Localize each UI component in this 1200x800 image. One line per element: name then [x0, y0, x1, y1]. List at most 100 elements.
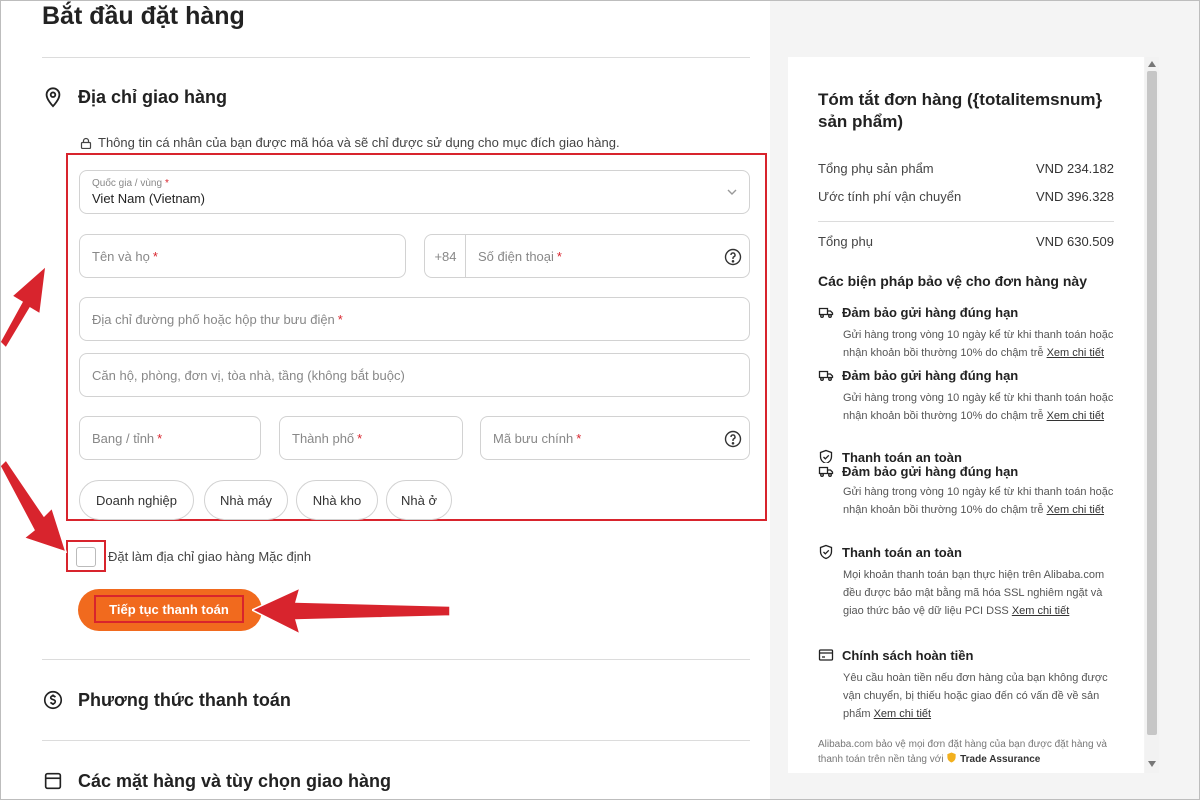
chevron-down-icon	[727, 189, 737, 195]
protection-item-title: Đảm bảo gửi hàng đúng hạn	[818, 304, 1019, 320]
delivery-truck-icon	[818, 370, 834, 381]
phone-input[interactable]: Số điện thoại *	[465, 234, 750, 278]
protection-item-title: Thanh toán an toàn	[818, 544, 962, 560]
protection-item-desc: Yêu cầu hoàn tiền nếu đơn hàng của bạn k…	[843, 669, 1118, 723]
page-title: Bắt đầu đặt hàng	[42, 2, 245, 30]
summary-row-label: Ước tính phí vận chuyển	[818, 189, 962, 204]
postal-code-input[interactable]: Mã bưu chính *	[480, 416, 750, 460]
summary-scrollbar[interactable]	[1145, 57, 1159, 773]
shipping-address-title: Địa chỉ giao hàng	[78, 86, 228, 107]
protection-item-desc: Gửi hàng trong vòng 10 ngày kể từ khi th…	[843, 389, 1118, 425]
privacy-note-text: Thông tin cá nhân của bạn được mã hóa và…	[98, 135, 620, 150]
scroll-down-icon[interactable]	[1148, 761, 1156, 767]
protection-item-label: Thanh toán an toàn	[842, 544, 962, 560]
divider	[42, 740, 750, 741]
country-value: Viet Nam (Vietnam)	[92, 191, 205, 206]
country-label-wrap: Quốc gia / vùng *	[92, 178, 169, 189]
see-details-link[interactable]: Xem chi tiết	[1047, 504, 1104, 516]
help-icon[interactable]	[723, 429, 743, 449]
annotation-arrow-icon	[252, 586, 451, 636]
required-mark: *	[157, 430, 163, 446]
default-address-label: Đặt làm địa chỉ giao hàng Mặc định	[108, 549, 312, 564]
privacy-note: Thông tin cá nhân của bạn được mã hóa và…	[80, 135, 620, 150]
continue-payment-button[interactable]: Tiếp tục thanh toán	[78, 589, 262, 631]
see-details-link[interactable]: Xem chi tiết	[1012, 605, 1069, 617]
protection-item-label: Đảm bảo gửi hàng đúng hạn	[842, 463, 1019, 479]
protection-item-desc: Gửi hàng trong vòng 10 ngày kể từ khi th…	[843, 483, 1118, 519]
order-summary-card: Tóm tắt đơn hàng ({totalitemsnum} sản ph…	[788, 57, 1144, 773]
required-mark: *	[165, 178, 169, 189]
country-label: Quốc gia / vùng	[92, 178, 163, 189]
trade-assurance-icon	[947, 752, 956, 763]
summary-row-label: Tổng phụ sản phẩm	[818, 161, 934, 176]
summary-row-value: VND 630.509	[1035, 234, 1114, 249]
location-pin-icon	[45, 87, 61, 108]
default-address-checkbox[interactable]	[76, 547, 96, 567]
summary-row-shipping: Ước tính phí vận chuyển VND 396.328	[818, 189, 1114, 204]
required-mark: *	[556, 248, 562, 264]
protection-item-title: Đảm bảo gửi hàng đúng hạn	[818, 463, 1019, 479]
dollar-coin-icon	[43, 690, 63, 710]
delivery-truck-icon	[818, 307, 834, 318]
apartment-input[interactable]: Căn hộ, phòng, đơn vị, tòa nhà, tầng (kh…	[79, 353, 750, 397]
lock-icon	[80, 137, 92, 149]
summary-row-label: Tổng phụ	[818, 234, 873, 249]
annotation-arrow-icon	[0, 264, 47, 350]
address-type-warehouse[interactable]: Nhà kho	[296, 480, 378, 520]
payment-method-heading[interactable]: Phương thức thanh toán	[42, 689, 291, 711]
protection-title: Các biện pháp bảo vệ cho đơn hàng này	[818, 273, 1087, 289]
required-mark: *	[152, 248, 158, 264]
trade-assurance-badge: Trade Assurance	[960, 754, 1041, 765]
country-select[interactable]: Quốc gia / vùng * Viet Nam (Vietnam)	[79, 170, 750, 214]
city-placeholder: Thành phố	[292, 430, 355, 446]
summary-row-value: VND 396.328	[1035, 189, 1114, 204]
postal-code-placeholder: Mã bưu chính	[493, 430, 574, 446]
protection-item-desc: Gửi hàng trong vòng 10 ngày kể từ khi th…	[843, 326, 1118, 362]
package-icon	[44, 772, 62, 790]
address-type-home[interactable]: Nhà ở	[386, 480, 452, 520]
items-shipping-title: Các mặt hàng và tùy chọn giao hàng	[78, 770, 392, 791]
help-icon[interactable]	[723, 247, 743, 267]
annotation-arrow-icon	[0, 460, 68, 554]
divider	[42, 57, 750, 58]
see-details-link[interactable]: Xem chi tiết	[1047, 410, 1104, 422]
protection-item-title: Chính sách hoàn tiền	[818, 647, 974, 663]
summary-row-subtotal: Tổng phụ sản phẩm VND 234.182	[818, 161, 1114, 176]
scroll-thumb[interactable]	[1147, 71, 1157, 735]
protection-item-label: Đảm bảo gửi hàng đúng hạn	[842, 367, 1019, 383]
order-summary-title: Tóm tắt đơn hàng ({totalitemsnum} sản ph…	[818, 90, 1103, 131]
summary-row-value: VND 234.182	[1035, 161, 1114, 176]
city-input[interactable]: Thành phố *	[279, 416, 463, 460]
street-address-placeholder: Địa chỉ đường phố hoặc hộp thư bưu điện	[92, 311, 335, 327]
required-mark: *	[337, 311, 343, 327]
protection-item-title: Đảm bảo gửi hàng đúng hạn	[818, 367, 1019, 383]
state-placeholder: Bang / tỉnh	[92, 430, 155, 446]
see-details-link[interactable]: Xem chi tiết	[1047, 347, 1104, 359]
state-input[interactable]: Bang / tỉnh *	[79, 416, 261, 460]
full-name-input[interactable]: Tên và họ *	[79, 234, 406, 278]
required-mark: *	[357, 430, 363, 446]
summary-row-total: Tổng phụ VND 630.509	[818, 234, 1114, 249]
default-address-highlight	[66, 540, 106, 572]
see-details-link[interactable]: Xem chi tiết	[874, 708, 931, 720]
shipping-address-heading[interactable]: Địa chỉ giao hàng	[42, 86, 227, 108]
refund-card-icon	[818, 649, 834, 661]
divider	[818, 221, 1114, 222]
protection-item-label: Đảm bảo gửi hàng đúng hạn	[842, 304, 1019, 320]
address-type-factory[interactable]: Nhà máy	[204, 480, 288, 520]
street-address-input[interactable]: Địa chỉ đường phố hoặc hộp thư bưu điện *	[79, 297, 750, 341]
required-mark: *	[576, 430, 582, 446]
phone-placeholder: Số điện thoại	[478, 248, 554, 264]
shield-check-icon	[819, 544, 833, 560]
divider	[42, 659, 750, 660]
phone-prefix[interactable]: +84	[424, 234, 466, 278]
payment-method-title: Phương thức thanh toán	[78, 689, 291, 710]
protection-item-desc: Mọi khoản thanh toán bạn thực hiện trên …	[843, 566, 1118, 620]
items-shipping-heading[interactable]: Các mặt hàng và tùy chọn giao hàng	[42, 770, 391, 792]
trade-assurance-note: Alibaba.com bảo vệ mọi đơn đặt hàng của …	[818, 737, 1118, 767]
scroll-up-icon[interactable]	[1148, 61, 1156, 67]
continue-payment-label: Tiếp tục thanh toán	[94, 595, 244, 623]
apartment-placeholder: Căn hộ, phòng, đơn vị, tòa nhà, tầng (kh…	[92, 367, 405, 383]
address-type-business[interactable]: Doanh nghiệp	[79, 480, 194, 520]
delivery-truck-icon	[818, 466, 834, 477]
